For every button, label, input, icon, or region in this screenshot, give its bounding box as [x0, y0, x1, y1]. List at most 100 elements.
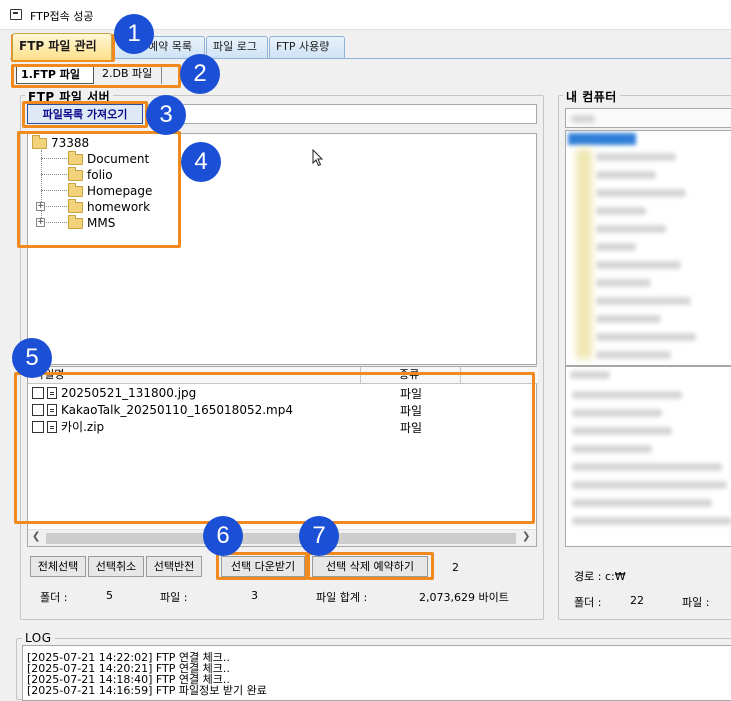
file-checkbox[interactable] — [32, 421, 44, 433]
tab-ftp-file-manage[interactable]: FTP 파일 관리 — [12, 33, 112, 60]
invert-selection-button[interactable]: 선택반전 — [146, 556, 202, 577]
blurred-selection — [568, 133, 636, 145]
column-header-type[interactable]: 종류 — [361, 367, 461, 384]
tree-node-label: homework — [87, 200, 151, 214]
blurred-text — [596, 207, 646, 215]
tree-guide-line — [41, 190, 67, 191]
blurred-text — [572, 427, 672, 435]
folder-count-label: 폴더 : — [40, 591, 68, 604]
tree-node-mms[interactable]: MMS — [68, 214, 116, 231]
scrollbar-thumb[interactable] — [46, 533, 516, 544]
subtab-ftp-file[interactable]: 1.FTP 파일 — [16, 66, 94, 84]
tree-node-root[interactable]: 73388 — [32, 134, 90, 151]
expand-icon[interactable]: + — [36, 202, 45, 211]
folder-icon — [68, 150, 83, 165]
reserve-delete-button[interactable]: 선택 삭제 예약하기 — [312, 556, 428, 577]
folder-icon — [68, 182, 83, 197]
tree-node-homework[interactable]: homework — [68, 198, 151, 215]
blurred-text — [572, 517, 731, 525]
tree-node-homepage[interactable]: Homepage — [68, 182, 153, 199]
tab-ftp-usage[interactable]: FTP 사용량 — [269, 36, 345, 58]
tree-node-label: Homepage — [87, 184, 153, 198]
tree-node-label: MMS — [87, 216, 116, 230]
selected-count: 2 — [452, 561, 459, 574]
blurred-text — [596, 225, 666, 233]
file-row[interactable]: 카이.zip — [32, 419, 104, 435]
blurred-text — [570, 371, 610, 379]
blurred-text — [571, 115, 595, 123]
annotation-badge: 2 — [180, 54, 220, 94]
file-name: 카이.zip — [61, 420, 105, 434]
file-checkbox[interactable] — [32, 404, 44, 416]
ftp-server-group-label: FTP 파일 서버 — [25, 88, 114, 105]
tree-node-document[interactable]: Document — [68, 150, 150, 167]
local-folder-count-label: 폴더 : — [574, 596, 602, 609]
blurred-text — [596, 333, 696, 341]
ftp-folder-tree[interactable]: 73388 Document folio Homepage + homework… — [27, 133, 537, 365]
blurred-text — [572, 481, 727, 489]
annotation-badge: 4 — [181, 142, 221, 182]
tree-node-label: 73388 — [51, 136, 90, 150]
ftp-file-table[interactable]: 파일명 종류 20250521_131800.jpg 파일 KakaoTalk_… — [27, 366, 538, 547]
annotation-badge: 5 — [12, 338, 52, 378]
log-line: [2025-07-21 14:16:59] FTP 파일정보 받기 완료 — [27, 684, 267, 697]
file-type: 파일 — [400, 404, 423, 418]
blurred-text — [596, 189, 686, 197]
app-icon — [10, 9, 22, 20]
blurred-text — [572, 499, 712, 507]
local-folder-tree[interactable] — [565, 130, 731, 366]
file-row[interactable]: KakaoTalk_20250110_165018052.mp4 — [32, 402, 293, 418]
scroll-right-icon[interactable]: ❯ — [522, 531, 530, 542]
tree-node-folio[interactable]: folio — [68, 166, 113, 183]
ftp-path-input[interactable]: / — [145, 104, 537, 124]
local-folder-count: 22 — [630, 594, 644, 607]
folder-count: 5 — [106, 589, 113, 602]
blurred-text — [596, 297, 691, 305]
select-all-button[interactable]: 전체선택 — [30, 556, 86, 577]
blurred-text — [596, 279, 651, 287]
window-title: FTP접속 성공 — [30, 10, 94, 23]
scroll-left-icon[interactable]: ❮ — [32, 531, 40, 542]
local-file-list[interactable] — [565, 366, 731, 547]
blurred-text — [596, 153, 676, 161]
deselect-button[interactable]: 선택취소 — [88, 556, 144, 577]
blurred-text — [596, 243, 636, 251]
file-count: 3 — [251, 589, 258, 602]
drive-select[interactable] — [565, 108, 731, 128]
annotation-badge: 7 — [299, 516, 339, 556]
file-icon — [47, 404, 57, 416]
download-selected-button[interactable]: 선택 다운받기 — [221, 556, 305, 577]
blurred-text — [572, 445, 652, 453]
horizontal-scrollbar[interactable]: ❮ ❯ — [28, 529, 536, 546]
tree-guide-line — [41, 150, 42, 224]
blurred-folders — [576, 149, 592, 359]
local-path: 경로 : c:₩ — [574, 570, 626, 583]
annotation-badge: 1 — [114, 14, 154, 54]
file-name: KakaoTalk_20250110_165018052.mp4 — [61, 403, 293, 417]
file-name: 20250521_131800.jpg — [61, 386, 197, 400]
column-header-blank — [461, 367, 538, 384]
annotation-badge: 3 — [146, 95, 186, 135]
title-bar: FTP접속 성공 — [0, 0, 731, 30]
expand-icon[interactable]: + — [36, 218, 45, 227]
log-output[interactable]: [2025-07-21 14:22:02] FTP 연결 체크.. [2025-… — [22, 645, 731, 701]
tab-file-log[interactable]: 파일 로그 — [206, 36, 268, 58]
blurred-text — [596, 261, 681, 269]
file-row[interactable]: 20250521_131800.jpg — [32, 385, 196, 401]
total-size: 2,073,629 바이트 — [419, 591, 509, 604]
folder-icon — [32, 134, 47, 149]
file-count-label: 파일 : — [160, 591, 188, 604]
blurred-text — [596, 351, 671, 359]
folder-icon — [68, 166, 83, 181]
file-icon — [47, 421, 57, 433]
blurred-text — [572, 391, 682, 399]
folder-icon — [68, 198, 83, 213]
blurred-text — [572, 409, 662, 417]
annotation-badge: 6 — [203, 516, 243, 556]
column-header-filename[interactable]: 파일명 — [28, 367, 361, 384]
tree-node-label: Document — [87, 152, 150, 166]
fetch-file-list-button[interactable]: 파일목록 가져오기 — [27, 104, 143, 124]
subtab-db-file[interactable]: 2.DB 파일 — [98, 66, 162, 84]
mouse-cursor-icon — [312, 149, 324, 167]
file-checkbox[interactable] — [32, 387, 44, 399]
